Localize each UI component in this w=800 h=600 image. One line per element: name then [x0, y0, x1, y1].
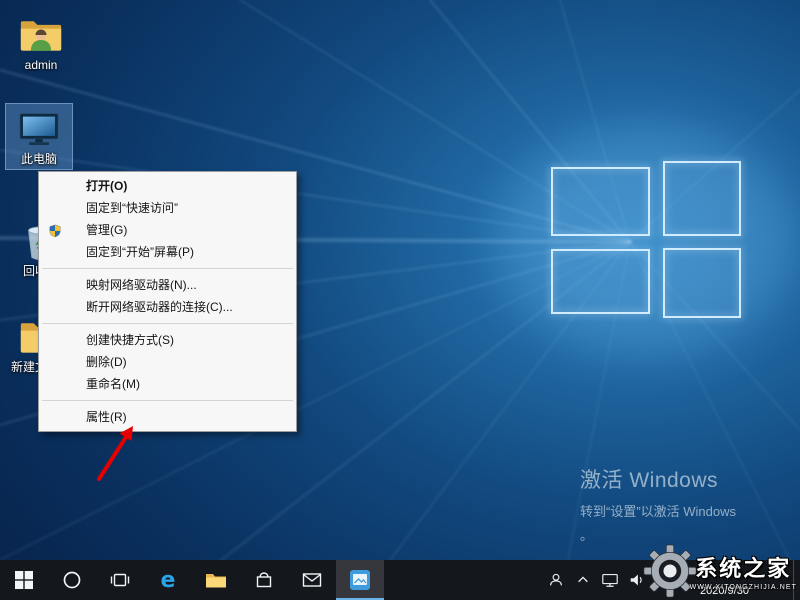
desktop: admin 此电脑 回收站 新建文件夹 激活 Windows 转到“设置”以激活…	[0, 0, 800, 600]
taskbar-left: e	[0, 560, 384, 600]
context-menu-item[interactable]: 管理(G)	[39, 219, 296, 241]
site-watermark: 系统之家 WWW.XITONGZHIJIA.NET	[642, 543, 797, 599]
desktop-icon-label: admin	[25, 59, 58, 72]
uac-shield-icon	[48, 223, 62, 237]
activation-period: 。	[580, 525, 736, 544]
context-menu-item[interactable]: 属性(R)	[39, 406, 296, 428]
menu-item-label: 固定到“快速访问”	[86, 201, 178, 215]
activation-subtitle: 转到“设置”以激活 Windows	[580, 501, 736, 520]
context-menu-item[interactable]: 固定到“开始”屏幕(P)	[39, 241, 296, 263]
context-menu-item[interactable]: 断开网络驱动器的连接(C)...	[39, 296, 296, 318]
menu-item-label: 打开(O)	[86, 179, 127, 193]
tray-overflow-button[interactable]	[569, 560, 596, 600]
chevron-up-icon	[576, 573, 590, 587]
task-view-icon	[110, 570, 130, 590]
context-menu-item[interactable]: 映射网络驱动器(N)...	[39, 274, 296, 296]
context-menu-item[interactable]: 固定到“快速访问”	[39, 197, 296, 219]
desktop-icon-this-pc[interactable]: 此电脑	[6, 104, 72, 169]
user-folder-icon	[19, 13, 63, 57]
store-bag-icon	[254, 570, 274, 590]
svg-text:e: e	[161, 568, 176, 592]
taskbar-file-explorer-button[interactable]	[192, 560, 240, 600]
menu-item-label: 重命名(M)	[86, 377, 140, 391]
desktop-icon-admin[interactable]: admin	[8, 10, 74, 75]
search-button[interactable]	[48, 560, 96, 600]
context-menu-item[interactable]: 打开(O)	[39, 175, 296, 197]
active-app-icon	[348, 568, 372, 592]
this-pc-monitor-icon	[17, 107, 61, 151]
context-menu: 打开(O) 固定到“快速访问” 管理(G) 固定到“开始”屏幕(P) 映射网络驱动器(N…	[38, 171, 297, 432]
menu-item-label: 创建快捷方式(S)	[86, 333, 174, 347]
menu-separator	[42, 323, 293, 324]
people-icon	[547, 571, 565, 589]
watermark-brand: 系统之家	[695, 551, 791, 583]
menu-separator	[42, 400, 293, 401]
cortana-circle-icon	[62, 570, 82, 590]
context-menu-item[interactable]: 删除(D)	[39, 351, 296, 373]
system-tray	[542, 560, 650, 600]
menu-item-label: 管理(G)	[86, 223, 127, 237]
menu-item-label: 删除(D)	[86, 355, 127, 369]
menu-item-label: 断开网络驱动器的连接(C)...	[86, 300, 233, 314]
taskbar-mail-button[interactable]	[288, 560, 336, 600]
taskbar-store-button[interactable]	[240, 560, 288, 600]
taskbar-active-app-button[interactable]	[336, 560, 384, 600]
task-view-button[interactable]	[96, 560, 144, 600]
menu-item-label: 映射网络驱动器(N)...	[86, 278, 197, 292]
activation-title: 激活 Windows	[580, 464, 736, 494]
windows-activation-watermark: 激活 Windows 转到“设置”以激活 Windows 。	[580, 464, 736, 544]
edge-icon: e	[156, 568, 180, 592]
watermark-url: WWW.XITONGZHIJIA.NET	[690, 584, 797, 591]
context-menu-item[interactable]: 重命名(M)	[39, 373, 296, 395]
context-menu-items: 打开(O) 固定到“快速访问” 管理(G) 固定到“开始”屏幕(P) 映射网络驱动器(N…	[39, 175, 296, 428]
start-button[interactable]	[0, 560, 48, 600]
file-explorer-icon	[205, 569, 227, 591]
menu-item-label: 属性(R)	[86, 410, 127, 424]
menu-item-label: 固定到“开始”屏幕(P)	[86, 245, 194, 259]
desktop-icon-label: 此电脑	[21, 153, 57, 166]
people-button[interactable]	[542, 560, 569, 600]
taskbar-edge-button[interactable]: e	[144, 560, 192, 600]
mail-envelope-icon	[301, 569, 323, 591]
menu-separator	[42, 268, 293, 269]
network-icon	[601, 571, 619, 589]
context-menu-item[interactable]: 创建快捷方式(S)	[39, 329, 296, 351]
windows-logo-icon	[15, 571, 33, 589]
network-button[interactable]	[596, 560, 623, 600]
